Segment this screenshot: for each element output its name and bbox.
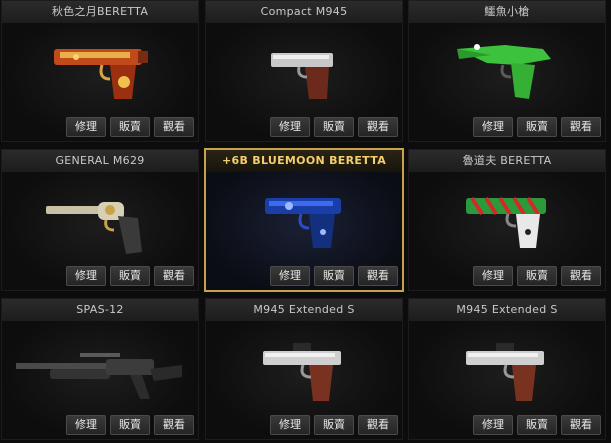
view-button[interactable]: 觀看: [561, 415, 601, 435]
repair-button[interactable]: 修理: [66, 415, 106, 435]
item-card-selected[interactable]: +6B BLUEMOON BERETTA 修理 販賣 觀看: [204, 148, 404, 292]
view-button[interactable]: 觀看: [358, 117, 398, 137]
item-card[interactable]: M945 Extended S 修理 販賣 觀看: [408, 298, 606, 440]
sell-button[interactable]: 販賣: [110, 117, 150, 137]
item-title: 魯道夫 BERETTA: [409, 150, 605, 172]
repair-button[interactable]: 修理: [270, 415, 310, 435]
general-m629-revolver-icon: [2, 176, 198, 268]
item-title: M945 Extended S: [206, 299, 402, 321]
repair-button[interactable]: 修理: [473, 117, 513, 137]
sell-button[interactable]: 販賣: [110, 415, 150, 435]
sell-button[interactable]: 販賣: [110, 266, 150, 286]
m945-extended-pistol-icon: [206, 325, 402, 417]
view-button[interactable]: 觀看: [561, 117, 601, 137]
sell-button[interactable]: 販賣: [314, 117, 354, 137]
item-card[interactable]: GENERAL M629 修理 販賣 觀看: [1, 149, 199, 291]
repair-button[interactable]: 修理: [270, 117, 310, 137]
item-title: GENERAL M629: [2, 150, 198, 172]
sell-button[interactable]: 販賣: [314, 415, 354, 435]
view-button[interactable]: 觀看: [154, 415, 194, 435]
view-button[interactable]: 觀看: [154, 266, 194, 286]
view-button[interactable]: 觀看: [358, 266, 398, 286]
repair-button[interactable]: 修理: [66, 266, 106, 286]
item-card[interactable]: 魯道夫 BERETTA 修理 販賣 觀看: [408, 149, 606, 291]
item-card[interactable]: 鱷魚小槍 修理 販賣 觀看: [408, 0, 606, 142]
sell-button[interactable]: 販賣: [517, 266, 557, 286]
item-title: 鱷魚小槍: [409, 1, 605, 23]
item-card[interactable]: 秋色之月BERETTA 修理 販賣 觀看: [1, 0, 199, 142]
item-title: 秋色之月BERETTA: [2, 1, 198, 23]
view-button[interactable]: 觀看: [154, 117, 194, 137]
inventory-grid: 秋色之月BERETTA 修理 販賣 觀看 Compact M945 修理 販賣 …: [0, 0, 611, 443]
bluemoon-beretta-pistol-icon: [206, 176, 402, 268]
autumn-beretta-pistol-icon: [2, 27, 198, 119]
item-card[interactable]: SPAS-12 修理 販賣 觀看: [1, 298, 199, 440]
item-title: SPAS-12: [2, 299, 198, 321]
view-button[interactable]: 觀看: [358, 415, 398, 435]
repair-button[interactable]: 修理: [473, 266, 513, 286]
compact-m945-pistol-icon: [206, 27, 402, 119]
repair-button[interactable]: 修理: [270, 266, 310, 286]
sell-button[interactable]: 販賣: [517, 415, 557, 435]
repair-button[interactable]: 修理: [66, 117, 106, 137]
view-button[interactable]: 觀看: [561, 266, 601, 286]
item-card[interactable]: Compact M945 修理 販賣 觀看: [205, 0, 403, 142]
sell-button[interactable]: 販賣: [314, 266, 354, 286]
sell-button[interactable]: 販賣: [517, 117, 557, 137]
crocodile-pistol-icon: [409, 27, 605, 119]
item-title: +6B BLUEMOON BERETTA: [206, 150, 402, 172]
repair-button[interactable]: 修理: [473, 415, 513, 435]
item-title: Compact M945: [206, 1, 402, 23]
item-title: M945 Extended S: [409, 299, 605, 321]
rudolph-beretta-pistol-icon: [409, 176, 605, 268]
spas12-shotgun-icon: [2, 325, 198, 417]
m945-extended-pistol-icon: [409, 325, 605, 417]
item-card[interactable]: M945 Extended S 修理 販賣 觀看: [205, 298, 403, 440]
